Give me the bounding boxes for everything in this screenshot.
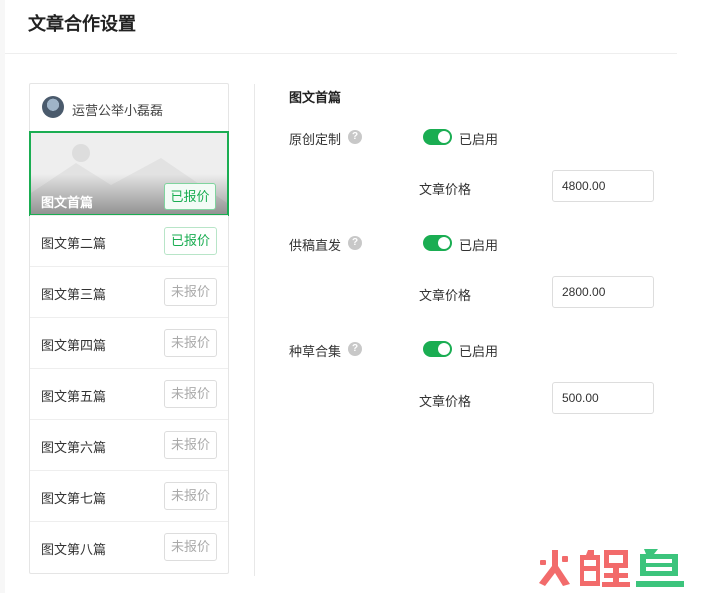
article-title: 图文第二篇: [41, 236, 107, 251]
setting-label-collection: 种草合集: [289, 344, 342, 359]
article-title: 图文第三篇: [41, 287, 107, 302]
account-name: 运营公举小磊磊: [72, 103, 164, 118]
page-title: 文章合作设置: [28, 14, 136, 34]
help-icon[interactable]: ?: [348, 236, 362, 250]
header-divider: [5, 53, 677, 54]
price-label-collection: 文章价格: [419, 394, 472, 409]
status-badge: 未报价: [164, 533, 217, 561]
toggle-original[interactable]: [423, 129, 452, 145]
left-edge-shade: [0, 0, 5, 593]
settings-section-title: 图文首篇: [289, 90, 342, 105]
price-input-direct[interactable]: [552, 276, 654, 308]
article-item-first[interactable]: 图文首篇 已报价: [29, 131, 229, 216]
toggle-status-original: 已启用: [459, 132, 499, 147]
account-row: 运营公举小磊磊: [30, 84, 228, 131]
status-badge: 未报价: [164, 329, 217, 357]
article-item[interactable]: 图文第八篇 未报价: [30, 521, 228, 572]
toggle-collection[interactable]: [423, 341, 452, 357]
article-title: 图文第八篇: [41, 542, 107, 557]
price-label-original: 文章价格: [419, 182, 472, 197]
watermark-logo: [539, 549, 684, 587]
article-list-panel: 运营公举小磊磊 图文首篇 已报价 图文第二篇 已报价 图文第三篇 未报价 图文第…: [29, 83, 229, 574]
status-badge: 未报价: [164, 278, 217, 306]
status-badge: 未报价: [164, 380, 217, 408]
status-badge: 已报价: [164, 227, 217, 255]
help-icon[interactable]: ?: [348, 130, 362, 144]
article-item[interactable]: 图文第五篇 未报价: [30, 368, 228, 419]
article-item[interactable]: 图文第六篇 未报价: [30, 419, 228, 470]
article-title: 图文第五篇: [41, 389, 107, 404]
setting-label-original: 原创定制: [289, 132, 342, 147]
avatar: [42, 96, 64, 118]
article-item[interactable]: 图文第三篇 未报价: [30, 266, 228, 317]
article-item[interactable]: 图文第七篇 未报价: [30, 470, 228, 521]
toggle-direct[interactable]: [423, 235, 452, 251]
setting-label-direct: 供稿直发: [289, 238, 342, 253]
article-item[interactable]: 图文第二篇 已报价: [30, 215, 228, 266]
article-title: 图文首篇: [41, 195, 94, 210]
article-title: 图文第六篇: [41, 440, 107, 455]
toggle-status-collection: 已启用: [459, 344, 499, 359]
price-label-direct: 文章价格: [419, 288, 472, 303]
status-badge: 未报价: [164, 431, 217, 459]
status-badge: 已报价: [164, 183, 216, 210]
toggle-status-direct: 已启用: [459, 238, 499, 253]
article-title: 图文第七篇: [41, 491, 107, 506]
help-icon[interactable]: ?: [348, 342, 362, 356]
article-item[interactable]: 图文第四篇 未报价: [30, 317, 228, 368]
status-badge: 未报价: [164, 482, 217, 510]
price-input-collection[interactable]: [552, 382, 654, 414]
article-title: 图文第四篇: [41, 338, 107, 353]
panel-divider: [254, 84, 255, 576]
price-input-original[interactable]: [552, 170, 654, 202]
